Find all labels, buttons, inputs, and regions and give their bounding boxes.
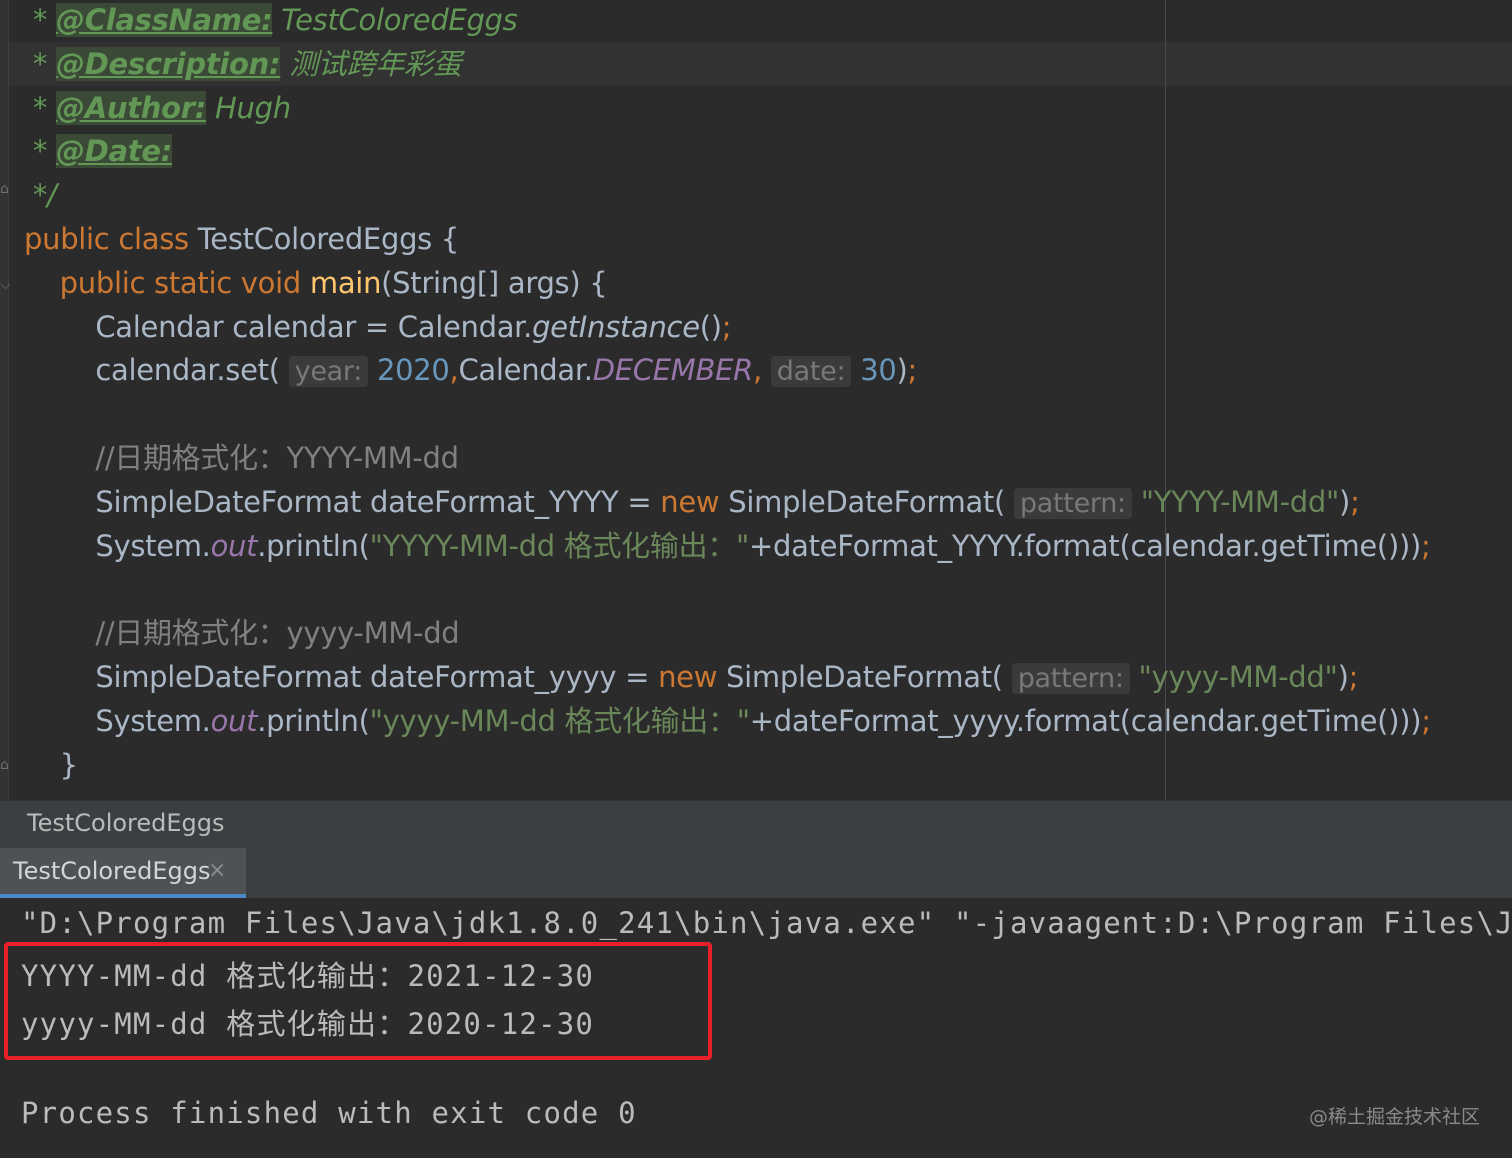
code-token: DECEMBER — [592, 353, 754, 388]
code-token: Calendar. — [458, 353, 593, 388]
code-line[interactable]: * @ClassName: TestColoredEggs — [24, 0, 518, 42]
parameter-hint: year: — [288, 356, 369, 388]
code-token: SimpleDateFormat dateFormat_YYYY = — [24, 484, 661, 519]
code-token: */ — [24, 178, 57, 213]
code-line[interactable]: public class TestColoredEggs { — [24, 217, 459, 261]
code-token: public class — [24, 222, 198, 256]
code-line[interactable]: * @Description: 测试跨年彩蛋 — [24, 42, 462, 86]
code-token: ; — [1350, 484, 1360, 519]
code-token: .println( — [257, 528, 370, 563]
code-line[interactable]: System.out.println("yyyy-MM-dd 格式化输出："+d… — [24, 699, 1431, 743]
code-token: SimpleDateFormat( — [726, 660, 1012, 694]
code-token: ) — [896, 353, 908, 388]
code-token: out — [210, 703, 258, 738]
code-token: * — [24, 3, 57, 37]
code-token: ; — [1421, 528, 1431, 563]
code-token: * — [24, 90, 57, 125]
run-tool-window-tabs: TestColoredEggs × — [0, 848, 1512, 899]
fold-marker-icon[interactable]: ⌂ — [0, 180, 16, 198]
breadcrumb-class[interactable]: TestColoredEggs — [27, 809, 225, 837]
run-console[interactable]: "D:\Program Files\Java\jdk1.8.0_241\bin\… — [0, 898, 1512, 1158]
code-token: ; — [721, 309, 732, 344]
parameter-hint: date: — [770, 356, 852, 388]
code-token: System. — [24, 528, 211, 563]
code-token: @ClassName: — [56, 3, 273, 37]
code-token: "yyyy-MM-dd 格式化输出：" — [369, 703, 750, 738]
code-token: ; — [1421, 703, 1431, 738]
code-token: () — [699, 309, 722, 344]
code-line[interactable]: SimpleDateFormat dateFormat_yyyy = new S… — [24, 655, 1358, 699]
code-token: ; — [1348, 660, 1359, 694]
code-token: new — [658, 660, 727, 694]
run-tab-testcoloredeggs[interactable]: TestColoredEggs × — [0, 848, 246, 898]
code-token: TestColoredEggs { — [197, 222, 460, 256]
code-token: getInstance — [532, 309, 700, 344]
code-token: * — [24, 134, 57, 169]
code-token: .println( — [257, 703, 370, 738]
code-line[interactable]: calendar.set( year: 2020, Calendar.DECEMB… — [24, 348, 917, 392]
fold-marker-icon[interactable]: ⌵ — [0, 276, 16, 294]
code-line[interactable]: //日期格式化：yyyy-MM-dd — [24, 611, 459, 655]
code-line[interactable]: * @Date: — [24, 129, 172, 173]
code-token: * — [24, 46, 57, 81]
console-command-line: "D:\Program Files\Java\jdk1.8.0_241\bin\… — [21, 906, 1512, 940]
code-line[interactable]: SimpleDateFormat dateFormat_YYYY = new S… — [24, 480, 1360, 524]
code-token: //日期格式化：yyyy-MM-dd — [24, 616, 460, 651]
code-token: System. — [24, 703, 211, 738]
code-token: SimpleDateFormat( — [728, 484, 1014, 519]
editor-gutter — [0, 0, 9, 800]
code-token: SimpleDateFormat dateFormat_yyyy = — [24, 660, 659, 694]
close-icon[interactable]: × — [208, 858, 226, 883]
code-token: } — [24, 747, 78, 782]
code-token: new — [660, 484, 729, 519]
code-token: Hugh — [206, 90, 291, 125]
code-token: calendar.set( — [24, 353, 289, 388]
code-token: Calendar calendar = Calendar. — [24, 309, 533, 344]
breadcrumb[interactable]: TestColoredEggs — [0, 800, 1512, 849]
code-line[interactable]: } — [24, 743, 78, 787]
code-token: "YYYY-MM-dd" — [1140, 484, 1340, 519]
code-line[interactable]: Calendar calendar = Calendar.getInstance… — [24, 305, 731, 349]
code-token: main — [309, 265, 382, 300]
code-line[interactable]: //日期格式化：YYYY-MM-dd — [24, 436, 459, 480]
code-token: ; — [907, 353, 918, 388]
code-token: @Author: — [56, 90, 207, 125]
code-token: //日期格式化：YYYY-MM-dd — [24, 441, 459, 475]
highlight-box — [4, 942, 712, 1060]
code-token: 测试跨年彩蛋 — [280, 46, 462, 81]
code-token: "yyyy-MM-dd" — [1138, 660, 1338, 694]
code-token: +dateFormat_yyyy.format(calendar.getTime… — [749, 703, 1422, 738]
code-token: (String[] args) { — [381, 265, 608, 300]
run-tab-label: TestColoredEggs — [13, 857, 211, 885]
code-token: @Description: — [56, 46, 281, 81]
code-token: @Date: — [56, 134, 173, 169]
code-token: public static void — [24, 265, 310, 300]
code-token: out — [210, 528, 258, 563]
code-line[interactable]: System.out.println("YYYY-MM-dd 格式化输出："+d… — [24, 524, 1430, 568]
parameter-hint: pattern: — [1011, 663, 1130, 694]
code-line[interactable]: * @Author: Hugh — [24, 86, 291, 130]
code-token: +dateFormat_YYYY.format(calendar.getTime… — [749, 528, 1421, 563]
code-token: 2020 — [376, 353, 450, 388]
code-token: , — [752, 353, 771, 388]
code-line[interactable]: */ — [24, 173, 57, 217]
code-editor[interactable]: ⌂ ⌵ ⌂ * @ClassName: TestColoredEggs * @D… — [0, 0, 1512, 800]
code-token: 30 — [860, 353, 897, 388]
code-token: ) — [1337, 660, 1349, 694]
code-token: TestColoredEggs — [272, 3, 518, 37]
code-token: ) — [1339, 484, 1351, 519]
watermark: @稀土掘金技术社区 — [1308, 1106, 1480, 1128]
console-exit-line: Process finished with exit code 0 — [21, 1096, 637, 1130]
parameter-hint: pattern: — [1013, 487, 1132, 519]
code-token: "YYYY-MM-dd 格式化输出：" — [369, 528, 750, 563]
fold-marker-icon[interactable]: ⌂ — [0, 756, 16, 774]
code-line[interactable]: public static void main(String[] args) { — [24, 261, 608, 305]
